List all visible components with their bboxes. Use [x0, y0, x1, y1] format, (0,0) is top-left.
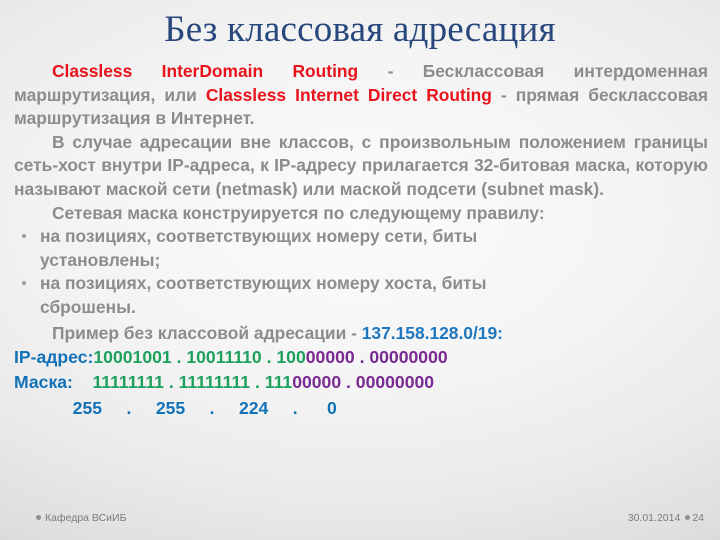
footer-department: Кафедра ВСиИБ — [36, 512, 126, 524]
list-item-2-tail: сброшены. — [40, 296, 136, 317]
list-item: на позициях, соответствующих номеру сети… — [14, 225, 708, 272]
mask-rules-list: на позициях, соответствующих номеру сети… — [14, 225, 708, 319]
example-intro-line: Пример без классовой адресации - 137.158… — [14, 321, 708, 345]
slide-canvas: Без классовая адресация Classless InterD… — [0, 0, 720, 540]
footer-bullet-icon — [36, 515, 41, 521]
mask-separator-2: . — [250, 371, 265, 392]
ip-address-row: IP-адрес:10001001 . 10011110 . 10000000 … — [14, 345, 708, 370]
mask-octet-3-network-bits: 111 — [264, 371, 293, 392]
example-intro-label: Пример без классовой адресации - — [52, 322, 362, 343]
mask-octet-1-bits: 11111111 — [92, 371, 164, 392]
decimal-gap-5 — [298, 398, 327, 418]
mask-spacer — [73, 372, 93, 392]
paragraph-mask-rule-intro: Сетевая маска конструируется по следующе… — [52, 202, 545, 223]
ip-octet-1-bits: 10001001 — [93, 346, 172, 367]
decimal-gap-4 — [268, 398, 292, 418]
decimal-octet-3: 224 — [238, 397, 269, 418]
decimal-gap-2 — [185, 398, 209, 418]
ip-octet-4-host-bits: 00000000 — [369, 346, 448, 367]
decimal-octet-2: 255 — [155, 397, 186, 418]
footer-department-label: Кафедра ВСиИБ — [45, 512, 127, 524]
decimal-separator-1 — [102, 398, 126, 418]
ip-octet-3-host-bits: 00000 — [305, 346, 355, 367]
example-ip-prefix: 137.158.128.0/19: — [361, 322, 503, 343]
mask-separator-3: . — [341, 371, 356, 392]
mask-octet-4-host-bits: 00000000 — [355, 371, 435, 392]
list-item: на позициях, соответствующих номеру хост… — [14, 272, 708, 319]
mask-octet-3-host-bits: 00000 — [292, 371, 342, 392]
term-classless-internet-direct-routing: Classless Internet Direct Routing — [205, 84, 492, 105]
ip-address-label: IP-адрес: — [14, 346, 94, 367]
ip-separator-3: . — [354, 346, 370, 367]
list-item-2-main: на позициях, соответствующих номеру хост… — [40, 273, 487, 294]
mask-octet-2-bits: 11111111 — [178, 371, 251, 392]
footer-meta: 30.01.2014 24 — [628, 512, 704, 524]
paragraph-netmask-explanation: В случае адресации вне классов, с произв… — [14, 131, 708, 199]
mask-label: Маска: — [14, 371, 73, 392]
decimal-gap-3 — [215, 398, 239, 418]
decimal-mask-row: 255 . 255 . 224 . 0 — [14, 395, 708, 421]
slide-body: Classless InterDomain Routing - Бескласс… — [14, 60, 708, 421]
list-item-1-main: на позициях, соответствующих номеру сети… — [40, 226, 478, 247]
ip-separator-2: . — [261, 346, 277, 367]
list-item-text: на позициях, соответствующих номеру хост… — [40, 272, 708, 319]
decimal-octet-1: 255 — [72, 397, 103, 418]
footer-bullet-icon — [685, 515, 691, 521]
ip-octet-3-network-bits: 100 — [276, 346, 306, 367]
decimal-gap-1 — [131, 398, 155, 418]
list-item-1-tail: установлены; — [40, 249, 161, 270]
example-block: Пример без классовой адресации - 137.158… — [14, 321, 708, 421]
list-item-text: на позициях, соответствующих номеру сети… — [40, 225, 708, 272]
ip-separator-1: . — [171, 346, 187, 367]
bullet-dot-icon — [22, 234, 26, 239]
footer-date: 30.01.2014 — [627, 512, 681, 524]
bullet-dot-icon — [22, 281, 26, 286]
ip-octet-2-bits: 10011110 — [186, 346, 262, 367]
decimal-octet-4: 0 — [327, 397, 337, 418]
paragraph-cidr-definition: Classless InterDomain Routing - Бескласс… — [14, 60, 708, 131]
decimal-indent — [14, 398, 73, 418]
slide-number: 24 — [692, 512, 704, 524]
mask-row: Маска: 11111111 . 11111111 . 11100000 . … — [14, 370, 708, 395]
slide-footer: Кафедра ВСиИБ 30.01.2014 24 — [0, 504, 720, 540]
term-classless-interdomain-routing: Classless InterDomain Routing — [52, 61, 359, 81]
page-title: Без классовая адресация — [164, 9, 556, 50]
mask-separator-1: . — [163, 371, 179, 392]
